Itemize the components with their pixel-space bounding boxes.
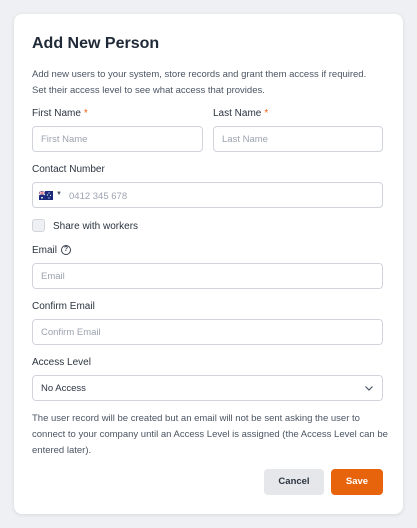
access-level-value: No Access xyxy=(41,383,86,394)
last-name-label-text: Last Name xyxy=(213,108,262,119)
dialog-description: Add new users to your system, store reco… xyxy=(32,69,367,96)
add-person-dialog: Add New Person Add new users to your sys… xyxy=(14,14,403,514)
last-name-input[interactable] xyxy=(213,126,383,152)
required-mark: * xyxy=(264,108,269,119)
save-button[interactable]: Save xyxy=(331,469,383,495)
contact-number-label: Contact Number xyxy=(32,164,105,175)
confirm-email-input[interactable] xyxy=(32,319,383,345)
first-name-label-text: First Name xyxy=(32,108,81,119)
chevron-down-icon xyxy=(365,386,373,391)
first-name-input[interactable] xyxy=(32,126,203,152)
australia-flag-icon xyxy=(39,191,53,200)
share-with-workers-checkbox[interactable] xyxy=(32,219,45,232)
dialog-title: Add New Person xyxy=(32,35,160,52)
confirm-email-label: Confirm Email xyxy=(32,301,95,312)
email-label: Email xyxy=(32,245,58,256)
share-with-workers-label: Share with workers xyxy=(53,221,139,232)
access-level-note: The user record will be created but an e… xyxy=(32,413,388,456)
help-icon[interactable]: ? xyxy=(61,245,71,255)
contact-number-input[interactable] xyxy=(67,183,371,209)
access-level-label: Access Level xyxy=(32,357,91,368)
contact-number-field: ▼ xyxy=(32,182,383,209)
email-input[interactable] xyxy=(32,263,383,289)
country-selector[interactable]: ▼ xyxy=(39,190,67,202)
access-level-select[interactable]: No Access xyxy=(32,375,383,401)
first-name-label: First Name * xyxy=(32,108,88,119)
last-name-label: Last Name * xyxy=(213,108,268,119)
caret-down-icon: ▼ xyxy=(56,191,62,197)
cancel-button[interactable]: Cancel xyxy=(264,469,324,495)
required-mark: * xyxy=(83,108,88,119)
